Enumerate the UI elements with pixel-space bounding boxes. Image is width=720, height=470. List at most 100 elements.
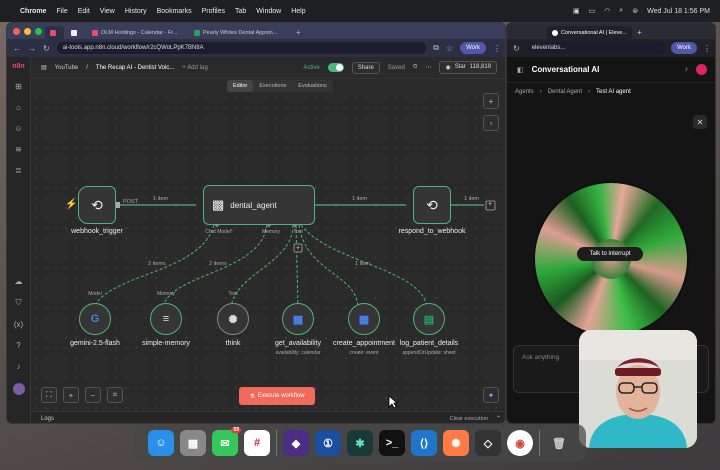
tab-calendar[interactable]: OLM Holdings - Calendar - Fr... (87, 26, 187, 39)
ai-assistant-button[interactable]: ✦ (483, 387, 499, 403)
n8n-logo-icon[interactable]: n8n (12, 63, 24, 70)
terminal-icon[interactable]: >_ (379, 430, 405, 456)
menu-history[interactable]: History (125, 8, 147, 15)
node-respond-to-webhook[interactable]: ⟲ (413, 186, 451, 224)
node-simple-memory[interactable]: ≡ (150, 303, 182, 335)
profile-button[interactable]: Work (460, 42, 486, 54)
cube-app-icon[interactable]: ◇ (475, 430, 501, 456)
obsidian-icon[interactable]: ◆ (283, 430, 309, 456)
close-window-button[interactable] (13, 28, 20, 35)
talk-to-interrupt-button[interactable]: Talk to interrupt (577, 247, 643, 261)
forward-icon[interactable]: → (28, 44, 36, 53)
perplexity-icon[interactable]: ✱ (347, 430, 373, 456)
screen-record-icon[interactable]: ▣ (573, 7, 580, 15)
new-tab-button[interactable]: + (291, 26, 306, 39)
node-get-availability[interactable]: ▦ (282, 303, 314, 335)
add-icon[interactable]: ⊞ (15, 82, 22, 91)
1password-icon[interactable]: ① (315, 430, 341, 456)
menu-edit[interactable]: Edit (78, 8, 90, 15)
add-node-panel-button[interactable]: + (483, 93, 499, 109)
finder-icon[interactable]: ☺ (148, 430, 174, 456)
node-log-patient-details[interactable]: ▤ (413, 303, 445, 335)
tab-executions[interactable]: Executions (253, 80, 292, 92)
menu-view[interactable]: View (100, 8, 115, 15)
tab-n8n[interactable] (45, 26, 64, 39)
menubar-clock[interactable]: Wed Jul 18 1:56 PM (647, 8, 710, 15)
reload-icon[interactable]: ↻ (43, 44, 50, 53)
breadcrumb-dental-agent[interactable]: Dental Agent (548, 89, 582, 95)
github-star-button[interactable]: ◉ Star 118,819 (439, 61, 497, 74)
node-think[interactable]: ✺ (217, 303, 249, 335)
variables-icon[interactable]: (x) (14, 320, 23, 329)
wifi-icon[interactable]: ◠ (604, 7, 610, 15)
menu-file[interactable]: File (56, 8, 67, 15)
more-options-icon[interactable]: ⋯ (425, 64, 431, 71)
node-webhook-trigger[interactable]: ⟲ (78, 186, 116, 224)
tab-evaluations[interactable]: Evaluations (292, 80, 332, 92)
node-dental-agent[interactable]: ▩ dental_agent (203, 185, 315, 225)
fit-view-button[interactable]: ⛶ (41, 387, 57, 403)
workflow-canvas[interactable]: + + ⚡ ⟲ webhook_trigger POST 1 item ▩ den… (31, 93, 505, 411)
workflow-name[interactable]: The Recap AI - Dentist Voic... (96, 65, 174, 71)
node-create-appointment[interactable]: ▦ (348, 303, 380, 335)
menu-window[interactable]: Window (256, 8, 281, 15)
tidy-up-button[interactable]: ⌗ (107, 387, 123, 403)
zoom-window-button[interactable] (35, 28, 42, 35)
new-tab-button[interactable]: + (632, 26, 647, 39)
control-center-icon[interactable]: ⊜ (632, 7, 638, 15)
slack-icon[interactable]: # (244, 430, 270, 456)
project-breadcrumb[interactable]: YouTube (55, 65, 79, 71)
messages-icon[interactable]: ✉ 59 (212, 427, 241, 456)
share-button[interactable]: Share (351, 61, 380, 74)
sidebar-toggle-icon[interactable]: ◧ (517, 66, 524, 74)
menu-tab[interactable]: Tab (235, 8, 246, 15)
right-url-field[interactable]: elevenlabs... (525, 42, 666, 54)
layers-icon[interactable]: ≋ (15, 145, 22, 154)
avatar[interactable] (12, 383, 25, 395)
collapse-logs-icon[interactable]: ⌃ (496, 415, 501, 422)
chrome-icon[interactable]: ◉ (507, 430, 533, 456)
trash-icon[interactable]: 🗑 (546, 430, 572, 456)
user-icon[interactable]: ☺ (14, 124, 22, 133)
active-toggle[interactable] (327, 63, 344, 72)
reload-icon[interactable]: ↻ (513, 44, 520, 53)
clear-execution-button[interactable]: Clear execution (450, 416, 488, 422)
minimize-window-button[interactable] (24, 28, 31, 35)
bell-icon[interactable]: ♪ (17, 362, 21, 371)
menu-bookmarks[interactable]: Bookmarks (157, 8, 192, 15)
add-tag-link[interactable]: + Add tag (182, 65, 208, 71)
zoom-out-button[interactable]: − (85, 387, 101, 403)
more-menu-icon[interactable]: ⋮ (493, 44, 501, 53)
zoom-in-button[interactable]: + (63, 387, 79, 403)
sticky-note-button[interactable]: ▫ (483, 115, 499, 131)
tab-sheets[interactable]: Pearly Whites Dental Appoin... (189, 26, 289, 39)
bookmark-star-icon[interactable]: ☆ (446, 44, 453, 53)
menubar-app-name[interactable]: Chrome (20, 8, 46, 15)
url-field[interactable]: ai-tools.app.n8n.cloud/workflow/r2cQWoLP… (56, 42, 427, 54)
avatar[interactable] (696, 64, 707, 75)
tab-editor[interactable]: Editor (227, 80, 254, 92)
search-icon[interactable]: ⌕ (619, 7, 623, 15)
vscode-icon[interactable]: ⟨⟩ (411, 430, 437, 456)
breadcrumb-agents[interactable]: Agents (515, 89, 534, 95)
claude-icon[interactable]: ✺ (443, 430, 469, 456)
history-icon[interactable]: ⏲ (413, 64, 418, 71)
port-trigger-out[interactable] (116, 202, 120, 208)
home-icon[interactable]: ⌂ (16, 103, 21, 112)
execute-workflow-button[interactable]: ⚗ Execute workflow (239, 387, 315, 405)
logs-panel-bar[interactable]: Logs Clear execution ⌃ (31, 411, 505, 423)
extensions-icon[interactable]: ⧉ (433, 43, 439, 53)
more-menu-icon[interactable]: ⋮ (703, 44, 711, 53)
launchpad-icon[interactable]: ▦ (180, 430, 206, 456)
node-gemini[interactable]: G (79, 303, 111, 335)
bell-icon[interactable]: ♪ (685, 66, 689, 73)
tab-notion[interactable] (66, 26, 85, 39)
help-icon[interactable]: ? (16, 341, 20, 350)
close-panel-button[interactable]: ✕ (693, 115, 707, 129)
menu-profiles[interactable]: Profiles (202, 8, 225, 15)
right-profile-button[interactable]: Work (671, 42, 697, 54)
battery-icon[interactable]: ▭ (589, 7, 596, 15)
projects-icon[interactable]: ≣ (15, 166, 22, 175)
cloud-icon[interactable]: ☁ (15, 277, 23, 286)
tab-conversational-ai[interactable]: Conversational AI | Eleve... (547, 26, 632, 39)
